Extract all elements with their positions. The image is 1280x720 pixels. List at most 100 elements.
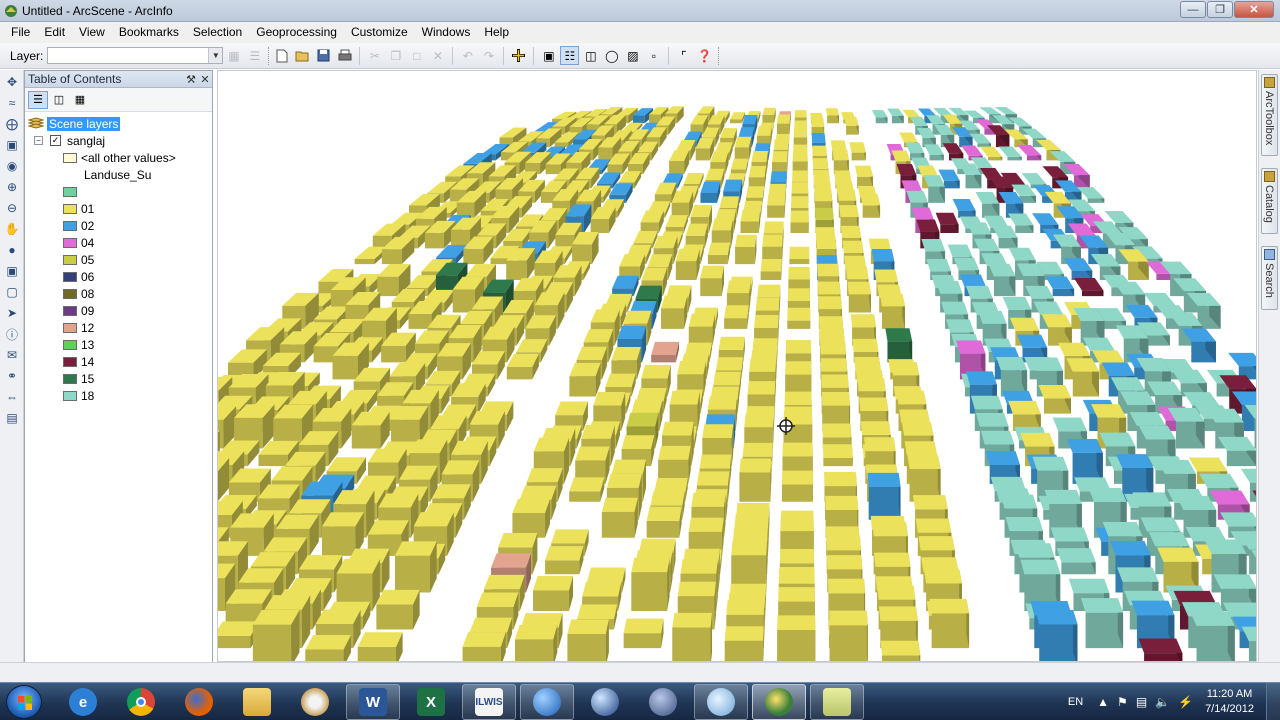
taskbar-internet-explorer[interactable]: e [56, 684, 110, 720]
legend-swatch[interactable] [63, 220, 77, 231]
building-block[interactable] [789, 246, 810, 265]
toolbar-grip[interactable] [268, 46, 271, 65]
legend-class-row[interactable]: 15 [25, 370, 212, 387]
building-block[interactable] [1041, 314, 1072, 346]
building-block[interactable] [793, 127, 808, 148]
building-block[interactable] [849, 142, 866, 161]
scene-view[interactable] [217, 70, 1257, 662]
building-block[interactable] [567, 619, 609, 662]
building-block[interactable] [506, 353, 539, 380]
scene-3d-buildings[interactable] [218, 71, 1257, 662]
cut-icon[interactable]: ✂ [365, 46, 384, 65]
building-block[interactable] [512, 498, 551, 538]
building-block[interactable] [811, 132, 826, 148]
navigate-icon[interactable]: ✥ [2, 73, 22, 91]
building-block[interactable] [724, 305, 749, 329]
building-block[interactable] [760, 259, 782, 281]
building-block[interactable] [790, 210, 809, 233]
show-hidden-icons-icon[interactable]: ▲ [1097, 695, 1109, 709]
menu-bookmarks[interactable]: Bookmarks [112, 22, 186, 43]
building-block[interactable] [745, 186, 765, 203]
building-block[interactable] [887, 108, 904, 124]
paste-icon[interactable]: □ [407, 46, 426, 65]
taskbar-paint[interactable] [288, 684, 342, 720]
clock[interactable]: 11:20 AM 7/14/2012 [1205, 687, 1254, 717]
building-block[interactable] [357, 632, 403, 662]
arctoolbox-icon[interactable]: ◫ [581, 46, 600, 65]
building-block[interactable] [729, 112, 746, 124]
building-block[interactable] [545, 546, 584, 575]
building-block[interactable] [1066, 439, 1103, 484]
building-block[interactable] [825, 108, 839, 124]
legend-swatch[interactable] [63, 186, 77, 197]
close-icon[interactable]: ✕ [198, 73, 212, 86]
network-icon[interactable]: ▤ [1136, 695, 1147, 709]
open-button[interactable] [293, 46, 312, 65]
legend-swatch[interactable] [63, 339, 77, 350]
building-block[interactable] [700, 265, 725, 297]
layer-dropdown[interactable]: ▼ [47, 47, 224, 64]
building-block[interactable] [822, 444, 853, 467]
delete-icon[interactable]: ✕ [428, 46, 447, 65]
legend-swatch[interactable] [63, 271, 77, 282]
legend-class-row[interactable]: 18 [25, 387, 212, 404]
new-document-button[interactable] [272, 46, 291, 65]
building-block[interactable] [646, 506, 682, 538]
table-of-contents-icon[interactable]: ☷ [560, 46, 580, 65]
menu-edit[interactable]: Edit [37, 22, 72, 43]
menu-windows[interactable]: Windows [415, 22, 478, 43]
legend-swatch[interactable] [63, 203, 77, 214]
legend-swatch[interactable] [63, 373, 77, 384]
taskbar-word[interactable]: W [346, 684, 400, 720]
building-block[interactable] [739, 458, 772, 502]
building-block[interactable] [1190, 611, 1235, 662]
building-block[interactable] [767, 193, 786, 218]
legend-swatch[interactable] [63, 254, 77, 265]
set-target-layer-icon[interactable]: ▦ [224, 46, 243, 65]
building-block[interactable] [811, 117, 825, 135]
taskbar-google-earth[interactable] [578, 684, 632, 720]
building-block[interactable] [1008, 400, 1041, 432]
pan-hand-icon[interactable]: ✋ [2, 220, 22, 238]
building-block[interactable] [533, 575, 573, 611]
zoom-to-target-icon[interactable]: ▣ [2, 136, 22, 154]
building-block[interactable] [772, 151, 788, 175]
building-block[interactable] [1138, 638, 1183, 662]
print-button[interactable] [335, 46, 354, 65]
select-features-icon[interactable]: ▣ [2, 262, 22, 280]
building-block[interactable] [969, 133, 991, 148]
action-center-flag-icon[interactable]: ⚑ [1117, 695, 1128, 709]
building-block[interactable] [923, 175, 945, 203]
animation-icon[interactable]: ▤ [2, 409, 22, 427]
building-block[interactable] [1063, 258, 1093, 281]
building-block[interactable] [847, 281, 871, 313]
html-popup-icon[interactable]: ✉ [2, 346, 22, 364]
taskbar-notes[interactable] [810, 684, 864, 720]
building-block[interactable] [688, 313, 715, 346]
building-block[interactable] [832, 149, 849, 175]
taskbar-ilwis[interactable]: ILWIS [462, 684, 516, 720]
building-block[interactable] [776, 114, 791, 135]
arccatalog-icon[interactable]: ▨ [623, 46, 642, 65]
building-block[interactable] [700, 181, 721, 203]
model-builder-icon[interactable]: ⌜ [674, 46, 693, 65]
taskbar-magnifier[interactable] [694, 684, 748, 720]
python-window-icon[interactable]: ◯ [602, 46, 621, 65]
building-block[interactable] [929, 598, 970, 649]
fly-icon[interactable]: ≈ [2, 94, 22, 112]
building-block[interactable] [724, 626, 764, 662]
building-block[interactable] [462, 632, 506, 662]
legend-class-row[interactable]: 05 [25, 251, 212, 268]
copy-icon[interactable]: ❐ [386, 46, 405, 65]
undo-icon[interactable]: ↶ [458, 46, 477, 65]
find-binoculars-icon[interactable]: ⚭ [2, 367, 22, 385]
legend-class-row[interactable]: 13 [25, 336, 212, 353]
whats-this-help-icon[interactable]: ❓ [695, 46, 714, 65]
options-icon[interactable]: ▦ [70, 91, 90, 109]
add-data-button[interactable] [509, 46, 528, 65]
legend-swatch[interactable] [63, 152, 77, 163]
building-block[interactable] [867, 472, 901, 520]
building-block[interactable] [740, 209, 761, 233]
building-block[interactable] [829, 610, 868, 662]
taskbar-chrome[interactable] [114, 684, 168, 720]
